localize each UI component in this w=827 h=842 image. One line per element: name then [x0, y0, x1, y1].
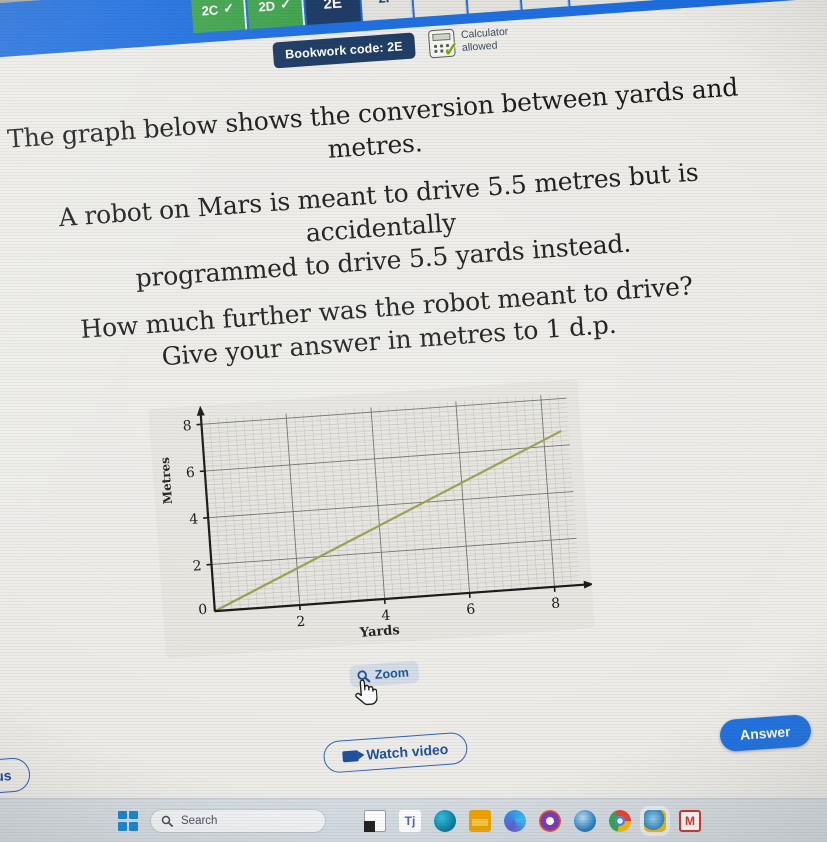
search-icon	[161, 815, 173, 827]
check-icon: ✓	[442, 39, 460, 62]
screen-surface: 2C ✓ 2D ✓ 2E 2F 2G 2H 2I Summa	[0, 0, 827, 842]
tab-2i[interactable]: 2I	[519, 0, 569, 10]
svg-text:2: 2	[192, 558, 202, 575]
conversion-graph-card[interactable]: Metres 024682468 Yards	[148, 378, 596, 659]
screen-edge-shadow	[820, 0, 827, 842]
pointer-hand-cursor	[355, 679, 378, 706]
svg-text:4: 4	[381, 608, 391, 625]
tab-2f[interactable]: 2F	[359, 0, 413, 22]
watch-video-label: Watch video	[365, 740, 449, 763]
chrome-icon[interactable]	[609, 809, 631, 832]
graph-plot-area: Metres 024682468 Yards	[148, 379, 595, 659]
bookwork-code-label: Bookwork code:	[284, 40, 385, 62]
svg-text:6: 6	[466, 602, 476, 619]
calculator-allowed-text: Calculator allowed	[461, 26, 510, 56]
calculator-allowed-line2: allowed	[461, 39, 498, 55]
search-placeholder: Search	[181, 814, 218, 827]
tab-2h[interactable]: 2H	[465, 0, 521, 14]
answer-button-label: Answer	[739, 723, 792, 743]
earth-browser-icon[interactable]	[574, 809, 596, 832]
svg-text:8: 8	[551, 595, 561, 612]
tab-2c[interactable]: 2C ✓	[190, 0, 248, 34]
windows-taskbar[interactable]: Search Tj M	[0, 798, 827, 842]
calculator-allowed-chip: ✓ Calculator allowed	[427, 25, 510, 61]
tab-2d-label: 2D	[257, 0, 276, 14]
tab-2e[interactable]: 2E	[304, 0, 362, 26]
video-camera-icon	[342, 749, 359, 762]
previous-button[interactable]: evious	[0, 756, 32, 797]
watch-video-button[interactable]: Watch video	[322, 731, 469, 774]
app-red-icon[interactable]: M	[679, 809, 701, 832]
chrome-profile-icon[interactable]	[644, 809, 666, 832]
search-input[interactable]: Search	[150, 808, 326, 833]
svg-text:2: 2	[296, 614, 306, 631]
previous-button-label: evious	[0, 767, 12, 787]
svg-text:0: 0	[198, 602, 208, 619]
taskbar-app-icons[interactable]: Tj M	[364, 809, 701, 832]
notepad-icon[interactable]	[364, 809, 386, 832]
tab-summary[interactable]: Summary	[567, 0, 663, 7]
check-icon: ✓	[279, 0, 292, 12]
question-text: The graph below shows the conversion bet…	[0, 68, 785, 401]
opera-icon[interactable]	[539, 809, 561, 832]
answer-button[interactable]: Answer	[718, 713, 812, 753]
tab-2e-label: 2E	[322, 0, 343, 13]
bookwork-code-badge: Bookwork code: 2E	[272, 32, 416, 69]
bookwork-code-value: 2E	[386, 39, 404, 55]
photo-of-screen: 2C ✓ 2D ✓ 2E 2F 2G 2H 2I Summa	[0, 0, 827, 842]
copilot-icon[interactable]	[504, 809, 526, 832]
check-icon: ✓	[222, 0, 235, 16]
tab-2f-label: 2F	[378, 0, 394, 5]
tab-2g[interactable]: 2G	[411, 0, 467, 18]
svg-text:6: 6	[185, 465, 195, 482]
file-explorer-icon[interactable]	[469, 809, 491, 832]
windows-logo-icon[interactable]	[118, 810, 138, 831]
zoom-label: Zoom	[374, 665, 410, 682]
tab-2c-label: 2C	[201, 1, 219, 19]
svg-text:8: 8	[182, 418, 192, 435]
teams-icon[interactable]: Tj	[399, 809, 421, 832]
edge-icon[interactable]	[434, 809, 456, 832]
tab-2g-label: 2G	[430, 0, 448, 2]
tab-2d[interactable]: 2D ✓	[246, 0, 306, 30]
svg-text:4: 4	[189, 511, 199, 528]
calculator-icon: ✓	[427, 28, 460, 61]
